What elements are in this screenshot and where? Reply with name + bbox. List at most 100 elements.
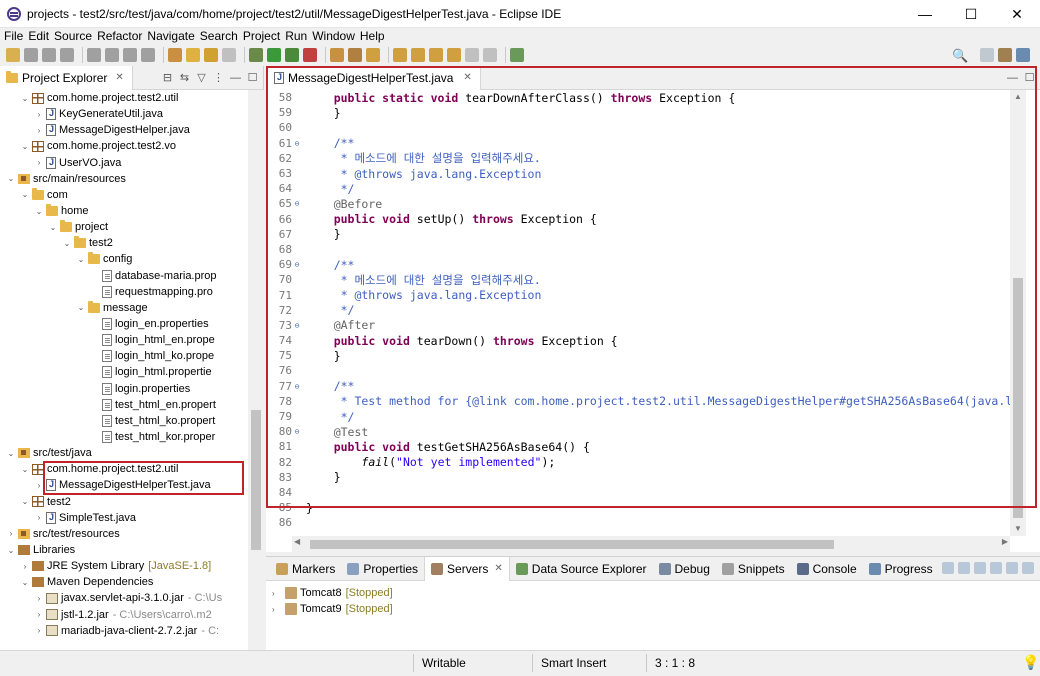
toolbar-button-icon[interactable] [348,48,362,62]
minimize-button[interactable]: — [902,0,948,28]
tree-item[interactable]: ⌄ home [0,203,248,219]
toolbar-button-icon[interactable] [285,48,299,62]
chevron-down-icon[interactable]: ⌄ [6,449,16,458]
chevron-down-icon[interactable]: ⌄ [34,207,44,216]
chevron-down-icon[interactable]: ⌄ [76,255,86,264]
tab-markers[interactable]: Markers [270,557,341,581]
debug-server-icon[interactable] [958,562,970,574]
tree-item[interactable]: test_html_ko.propert [0,413,248,429]
tab-snippets[interactable]: Snippets [716,557,791,581]
close-icon[interactable]: ✕ [115,72,123,83]
editor-vertical-scrollbar[interactable]: ▲ ▼ [1010,90,1026,536]
tree-item[interactable]: login.properties [0,381,248,397]
view-menu-icon[interactable]: ⋮ [212,71,225,84]
chevron-down-icon[interactable]: ⌄ [6,546,16,555]
collapse-all-icon[interactable]: ⊟ [161,71,174,84]
toolbar-button-icon[interactable] [42,48,56,62]
tree-item[interactable]: ⌄ com.home.project.test2.vo [0,138,248,154]
toolbar-button-icon[interactable] [510,48,524,62]
fold-toggle-icon[interactable]: ⊖ [292,260,302,269]
java-ee-perspective-icon[interactable] [998,48,1012,62]
chevron-right-icon[interactable]: › [34,481,44,490]
start-server-icon[interactable] [974,562,986,574]
menu-refactor[interactable]: Refactor [97,29,142,43]
toolbar-button-icon[interactable] [483,48,497,62]
chevron-down-icon[interactable]: ⌄ [20,465,30,474]
fold-toggle-icon[interactable]: ⊖ [292,382,302,391]
tree-item[interactable]: ⌄ test2 [0,494,248,510]
tree-item[interactable]: ⌄ com [0,187,248,203]
server-row[interactable]: › Tomcat9 [Stopped] [266,601,1040,617]
open-perspective-icon[interactable] [980,48,994,62]
tree-item[interactable]: › src/test/resources [0,526,248,542]
chevron-down-icon[interactable]: ⌄ [6,174,16,183]
chevron-right-icon[interactable]: › [34,126,44,135]
toolbar-button-icon[interactable] [429,48,443,62]
minimize-view-icon[interactable]: — [229,71,242,84]
scroll-thumb[interactable] [1013,278,1023,518]
close-button[interactable]: ✕ [994,0,1040,28]
maximize-button[interactable]: ☐ [948,0,994,28]
chevron-down-icon[interactable]: ⌄ [76,303,86,312]
chevron-down-icon[interactable]: ⌄ [20,497,30,506]
server-row[interactable]: › Tomcat8 [Stopped] [266,585,1040,601]
editor-horizontal-scrollbar[interactable]: ◀ ▶ [292,536,1010,552]
toolbar-button-icon[interactable] [168,48,182,62]
fold-toggle-icon[interactable]: ⊖ [292,199,302,208]
chevron-down-icon[interactable]: ⌄ [20,94,30,103]
chevron-down-icon[interactable]: ⌄ [20,578,30,587]
link-with-editor-icon[interactable]: ⇆ [178,71,191,84]
toolbar-button-icon[interactable] [366,48,380,62]
toolbar-button-icon[interactable] [330,48,344,62]
close-icon[interactable]: ✕ [463,72,471,83]
menu-project[interactable]: Project [243,29,280,43]
collapse-icon[interactable] [942,562,954,574]
tree-item[interactable]: ⌄ Libraries [0,542,248,558]
toolbar-button-icon[interactable] [393,48,407,62]
debug-perspective-icon[interactable] [1016,48,1030,62]
tree-item[interactable]: ⌄ com.home.project.test2.util [0,90,248,106]
code-text-area[interactable]: 58 public static void tearDownAfterClass… [266,90,1010,536]
tab-project-explorer[interactable]: Project Explorer ✕ [0,65,133,90]
tree-item[interactable]: › JRE System Library [JavaSE-1.8] [0,558,248,574]
tree-item[interactable]: ⌄ src/main/resources [0,171,248,187]
tree-item[interactable]: test_html_en.propert [0,397,248,413]
tree-item[interactable]: login_html_en.prope [0,332,248,348]
tree-item[interactable]: › MessageDigestHelper.java [0,122,248,138]
scroll-left-icon[interactable]: ◀ [294,537,300,546]
tree-item[interactable]: ⌄ Maven Dependencies [0,574,248,590]
chevron-right-icon[interactable]: › [272,589,282,598]
tree-item[interactable]: › mariadb-java-client-2.7.2.jar - C: [0,623,248,639]
tab-properties[interactable]: Properties [341,557,424,581]
toolbar-button-icon[interactable] [249,48,263,62]
tab-message-digest-helper-test[interactable]: MessageDigestHelperTest.java ✕ [266,65,481,90]
scroll-up-icon[interactable]: ▲ [1010,90,1026,104]
toolbar-button-icon[interactable] [6,48,20,62]
toolbar-button-icon[interactable] [105,48,119,62]
fold-toggle-icon[interactable]: ⊖ [292,139,302,148]
tree-item[interactable]: requestmapping.pro [0,284,248,300]
tree-item[interactable]: ⌄ message [0,300,248,316]
toolbar-button-icon[interactable] [123,48,137,62]
tree-item[interactable]: database-maria.prop [0,268,248,284]
tab-data-source-explorer[interactable]: Data Source Explorer [510,557,653,581]
search-icon[interactable]: 🔍 [952,48,968,63]
tree-item[interactable]: › SimpleTest.java [0,510,248,526]
stop-server-icon[interactable] [1006,562,1018,574]
chevron-right-icon[interactable]: › [34,594,44,603]
menu-search[interactable]: Search [200,29,238,43]
scroll-thumb[interactable] [251,410,261,550]
tree-item[interactable]: › MessageDigestHelperTest.java [0,477,248,493]
tree-item[interactable]: login_html.propertie [0,364,248,380]
menu-file[interactable]: File [4,29,23,43]
tree-item[interactable]: › javax.servlet-api-3.1.0.jar - C:\Us [0,590,248,606]
chevron-down-icon[interactable]: ⌄ [20,142,30,151]
fold-toggle-icon[interactable]: ⊖ [292,427,302,436]
tab-debug[interactable]: Debug [653,557,716,581]
menu-source[interactable]: Source [54,29,92,43]
tab-progress[interactable]: Progress [863,557,939,581]
toolbar-button-icon[interactable] [24,48,38,62]
tree-item[interactable]: ⌄ src/test/java [0,445,248,461]
chevron-right-icon[interactable]: › [34,626,44,635]
toolbar-button-icon[interactable] [303,48,317,62]
